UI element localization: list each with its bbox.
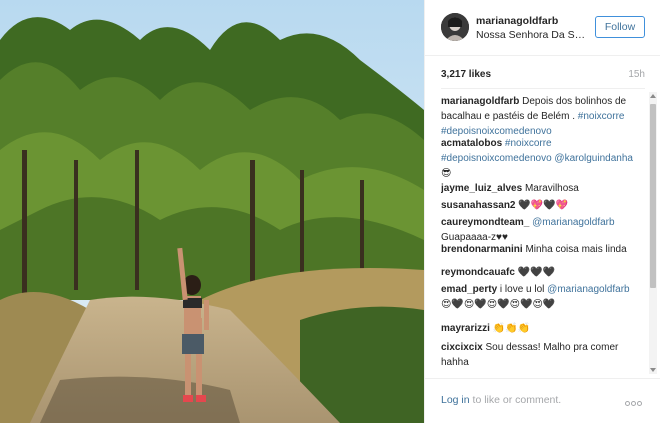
comment-text: i love u lol <box>499 284 548 295</box>
comment-item: emad_perty i love u lol @marianagoldfarb… <box>441 282 637 312</box>
avatar-image <box>441 13 469 41</box>
post-timestamp[interactable]: 15h <box>628 69 645 80</box>
post-footer: Log in to like or comment. <box>425 378 660 423</box>
comment-username[interactable]: marianagoldfarb <box>441 96 519 107</box>
hashtag-link[interactable]: #noixcorre <box>505 138 552 149</box>
comments-scrollbar[interactable] <box>649 92 657 374</box>
comment-text: 🖤💖🖤💖 <box>518 200 569 211</box>
scroll-thumb[interactable] <box>650 104 656 288</box>
username-link[interactable]: marianagoldfarb <box>476 15 558 27</box>
login-prompt: Log in to like or comment. <box>441 394 561 406</box>
comment-item: marianagoldfarb Depois dos bolinhos de b… <box>441 94 637 139</box>
comment-list: marianagoldfarb Depois dos bolinhos de b… <box>441 94 653 376</box>
post-stats: 3,217 likes 15h <box>441 68 645 82</box>
comment-item: reymondcauafc 🖤🖤🖤 <box>441 265 637 280</box>
avatar[interactable] <box>441 13 469 41</box>
comment-item: brendonarmanini Minha coisa mais linda <box>441 242 637 257</box>
post-header: marianagoldfarb Nossa Senhora Da Saúde F… <box>425 0 660 56</box>
scroll-down-arrow-icon[interactable] <box>650 368 656 372</box>
comment-username[interactable]: brendonarmanini <box>441 244 523 255</box>
comment-item: jayme_luiz_alves Maravilhosa <box>441 181 637 196</box>
comment-item: susanahassan2 🖤💖🖤💖 <box>441 198 637 213</box>
scroll-up-arrow-icon[interactable] <box>650 94 656 98</box>
comment-item: caureymondteam_ @marianagoldfarb Guapaaa… <box>441 215 637 245</box>
comment-item: acmatalobos #noixcorre #depoisnoixcomede… <box>441 136 637 181</box>
comment-text: Minha coisa mais linda <box>525 244 627 255</box>
comment-username[interactable]: emad_perty <box>441 284 497 295</box>
comment-username[interactable]: reymondcauafc <box>441 267 515 278</box>
comment-text: 🖤🖤🖤 <box>517 267 556 278</box>
comment-username[interactable]: caureymondteam_ <box>441 217 529 228</box>
login-prompt-text: to like or comment. <box>469 394 562 406</box>
comment-username[interactable]: cixcixcix <box>441 342 483 353</box>
comment-username[interactable]: mayrarizzi <box>441 323 490 334</box>
follow-button[interactable]: Follow <box>595 16 645 38</box>
forest-trail-image <box>0 0 424 423</box>
mention-link[interactable]: @karolguindanha <box>554 153 633 164</box>
hashtag-link[interactable]: #depoisnoixcomedenovo <box>441 153 552 164</box>
comment-text: 😎 <box>441 168 452 179</box>
comment-text: 👏👏👏 <box>492 323 531 334</box>
post-sidebar: marianagoldfarb Nossa Senhora Da Saúde F… <box>424 0 660 423</box>
location-link[interactable]: Nossa Senhora Da Saúde <box>476 29 586 41</box>
hashtag-link[interactable]: #noixcorre <box>578 111 625 122</box>
comment-username[interactable]: susanahassan2 <box>441 200 516 211</box>
login-link[interactable]: Log in <box>441 394 470 406</box>
comment-item: mayrarizzi 👏👏👏 <box>441 321 637 336</box>
divider <box>441 88 645 89</box>
comment-item: cixcixcix Sou dessas! Malho pra comer ha… <box>441 340 637 370</box>
post-photo[interactable] <box>0 0 424 423</box>
more-options-icon[interactable] <box>625 398 647 406</box>
comment-username[interactable]: jayme_luiz_alves <box>441 183 522 194</box>
comment-text: Maravilhosa <box>524 183 579 194</box>
mention-link[interactable]: @marianagoldfarb <box>547 284 629 295</box>
comment-username[interactable]: acmatalobos <box>441 138 502 149</box>
likes-count[interactable]: 3,217 likes <box>441 69 491 80</box>
comment-text: 😍🖤😍🖤😍🖤😍🖤😍🖤 <box>441 299 556 310</box>
mention-link[interactable]: @marianagoldfarb <box>532 217 614 228</box>
